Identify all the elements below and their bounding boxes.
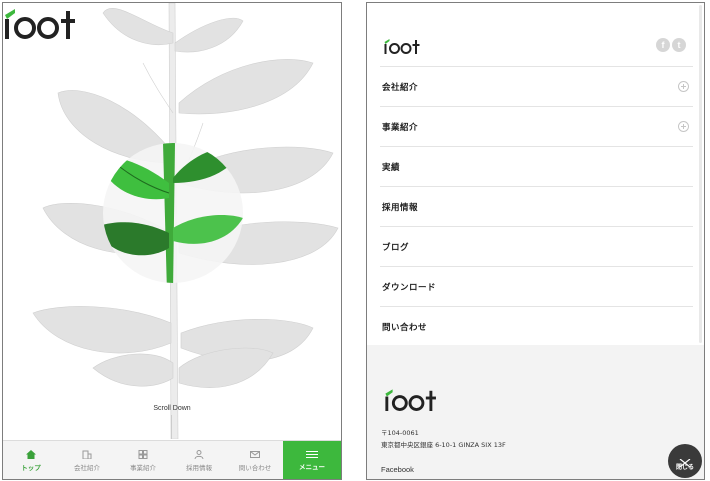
company-address: 東京都中央区銀座 6-10-1 GINZA SIX 13F (381, 441, 506, 449)
tab-top-label: トップ (21, 464, 41, 472)
mail-icon (250, 450, 260, 459)
menu-panel: f t 会社紹介 事業紹介 実績 採用情報 ブログ ダウンロード 問い合わせ (367, 3, 704, 345)
menu-item-company[interactable]: 会社紹介 (380, 66, 693, 106)
menu-item-label: 実績 (382, 162, 401, 173)
scroll-down-label[interactable]: Scroll Down (3, 405, 341, 412)
person-icon (194, 450, 204, 459)
tab-recruit-label: 採用情報 (186, 464, 212, 472)
grid-icon (138, 450, 148, 459)
plant-background-image (32, 3, 339, 439)
menu-item-label: 問い合わせ (382, 322, 428, 333)
building-icon (82, 450, 92, 459)
tab-company[interactable]: 会社紹介 (59, 441, 115, 479)
expand-plus-icon[interactable] (678, 81, 689, 92)
menu-item-download[interactable]: ダウンロード (380, 266, 693, 306)
footer: 〒104-0061 東京都中央区銀座 6-10-1 GINZA SIX 13F … (367, 345, 704, 479)
menu-button[interactable]: メニュー (283, 441, 341, 479)
expand-plus-icon[interactable] (678, 121, 689, 132)
menu-item-label: ブログ (382, 242, 410, 253)
menu-button-label: メニュー (299, 463, 325, 471)
menu-item-label: 事業紹介 (382, 122, 419, 133)
facebook-link[interactable]: Facebook (381, 465, 414, 474)
hamburger-icon (306, 451, 318, 458)
top-page-screen: Scroll Down トップ 会社紹介 事業紹介 採用情報 問い合わせ メニュ… (2, 2, 342, 480)
menu-item-blog[interactable]: ブログ (380, 226, 693, 266)
tab-recruit[interactable]: 採用情報 (171, 441, 227, 479)
menu-item-recruit[interactable]: 採用情報 (380, 186, 693, 226)
nav-menu-list: 会社紹介 事業紹介 実績 採用情報 ブログ ダウンロード 問い合わせ (380, 66, 693, 346)
root-logo[interactable] (382, 36, 428, 54)
menu-item-works[interactable]: 実績 (380, 146, 693, 186)
postal-code: 〒104-0061 (381, 429, 419, 437)
facebook-icon[interactable]: f (656, 38, 670, 52)
scroll-indicator-line (171, 415, 172, 439)
menu-scrollbar[interactable] (699, 5, 702, 343)
menu-item-label: 会社紹介 (382, 82, 419, 93)
tab-top[interactable]: トップ (3, 441, 59, 479)
close-icon (679, 452, 691, 467)
root-logo (5, 9, 75, 39)
menu-item-label: 採用情報 (382, 202, 419, 213)
close-menu-button[interactable]: 閉じる (668, 444, 702, 478)
menu-item-business[interactable]: 事業紹介 (380, 106, 693, 146)
tab-business-label: 事業紹介 (130, 464, 156, 472)
menu-open-screen: f t 会社紹介 事業紹介 実績 採用情報 ブログ ダウンロード 問い合わせ 〒… (366, 2, 705, 480)
menu-item-contact[interactable]: 問い合わせ (380, 306, 693, 346)
footer-root-logo (385, 389, 436, 411)
tab-contact[interactable]: 問い合わせ (227, 441, 283, 479)
bottom-tab-bar: トップ 会社紹介 事業紹介 採用情報 問い合わせ メニュー (3, 440, 341, 479)
menu-item-label: ダウンロード (382, 282, 437, 293)
hero-section: Scroll Down (3, 3, 341, 439)
tab-contact-label: 問い合わせ (238, 464, 272, 472)
twitter-icon[interactable]: t (672, 38, 686, 52)
home-icon (26, 450, 36, 459)
tab-company-label: 会社紹介 (74, 464, 100, 472)
tab-business[interactable]: 事業紹介 (115, 441, 171, 479)
